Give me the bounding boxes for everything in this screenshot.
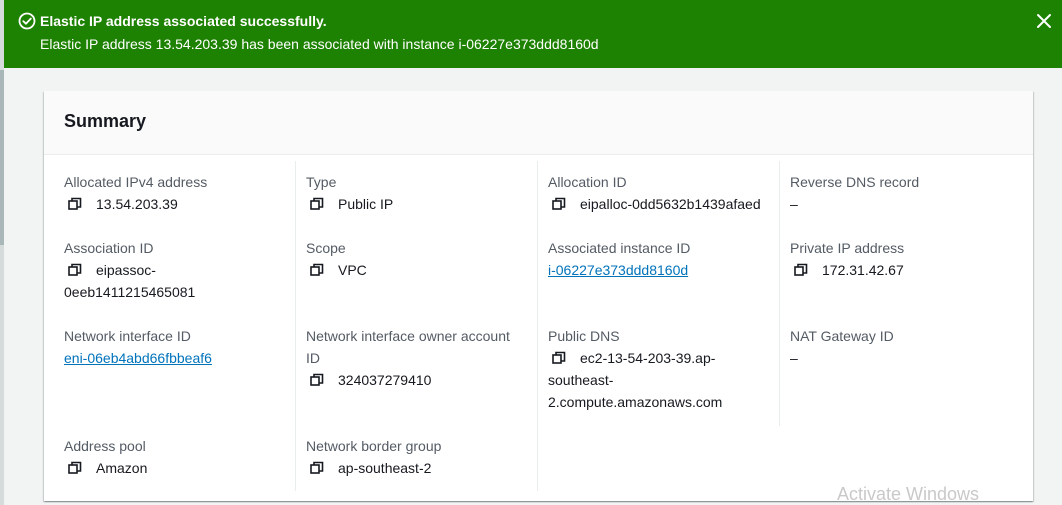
field-network-interface-id: Network interface ID eni-06eb4abd66fbbea… bbox=[64, 325, 284, 369]
copy-value-row: VPC bbox=[306, 259, 526, 281]
field-label: Allocated IPv4 address bbox=[64, 174, 208, 190]
field-nat-gateway: NAT Gateway ID – bbox=[790, 325, 1020, 369]
field-ni-owner: Network interface owner account ID 32403… bbox=[306, 325, 531, 391]
check-circle-icon bbox=[18, 12, 36, 30]
summary-title: Summary bbox=[64, 111, 147, 131]
page-scrollbar[interactable] bbox=[0, 0, 4, 505]
field-associated-instance: Associated instance ID i-06227e373ddd816… bbox=[548, 237, 778, 281]
column-divider bbox=[537, 161, 538, 491]
field-label: Scope bbox=[306, 240, 346, 256]
field-value: Public IP bbox=[338, 196, 394, 212]
summary-panel: Summary Allocated IPv4 address 13.54.203… bbox=[44, 91, 1033, 501]
field-value-continued: southeast- bbox=[548, 372, 614, 388]
field-label: Private IP address bbox=[790, 240, 905, 256]
copy-icon[interactable] bbox=[552, 197, 566, 211]
field-value-continued: 2.compute.amazonaws.com bbox=[548, 394, 723, 410]
copy-value-row: ap-southeast-2 bbox=[306, 457, 526, 479]
close-icon[interactable] bbox=[1034, 11, 1054, 31]
copy-value-row: 324037279410 bbox=[306, 369, 531, 391]
field-value: eipassoc- bbox=[96, 262, 156, 278]
copy-icon[interactable] bbox=[68, 263, 82, 277]
copy-icon[interactable] bbox=[552, 351, 566, 365]
field-private-ip: Private IP address 172.31.42.67 bbox=[790, 237, 1020, 281]
flash-title: Elastic IP address associated successful… bbox=[40, 13, 327, 29]
copy-icon[interactable] bbox=[68, 197, 82, 211]
field-public-dns: Public DNS ec2-13-54-203-39.ap- southeas… bbox=[548, 325, 778, 413]
copy-icon[interactable] bbox=[794, 263, 808, 277]
field-value: 324037279410 bbox=[338, 372, 432, 388]
copy-value-row: Amazon bbox=[64, 457, 284, 479]
field-label: Network border group bbox=[306, 438, 442, 454]
field-value: 172.31.42.67 bbox=[822, 262, 904, 278]
field-value: – bbox=[790, 196, 798, 212]
field-label: Public DNS bbox=[548, 328, 620, 344]
field-value: – bbox=[790, 350, 798, 366]
summary-header: Summary bbox=[44, 91, 1033, 155]
field-address-pool: Address pool Amazon bbox=[64, 435, 284, 479]
column-divider bbox=[779, 161, 780, 426]
copy-value-row: ec2-13-54-203-39.ap- bbox=[548, 347, 778, 369]
copy-value-row: eipassoc- bbox=[64, 259, 284, 281]
field-allocated-ipv4: Allocated IPv4 address 13.54.203.39 bbox=[64, 171, 284, 215]
field-value: VPC bbox=[338, 262, 367, 278]
column-divider bbox=[295, 161, 296, 491]
field-scope: Scope VPC bbox=[306, 237, 526, 281]
copy-value-row: Public IP bbox=[306, 193, 526, 215]
field-label: Type bbox=[306, 174, 337, 190]
field-label: Association ID bbox=[64, 240, 154, 256]
network-interface-link[interactable]: eni-06eb4abd66fbbeaf6 bbox=[64, 347, 284, 369]
field-value: eipalloc-0dd5632b1439afaed bbox=[580, 196, 761, 212]
field-reverse-dns: Reverse DNS record – bbox=[790, 171, 1020, 215]
field-type: Type Public IP bbox=[306, 171, 526, 215]
field-value: ec2-13-54-203-39.ap- bbox=[580, 350, 716, 366]
field-label: Address pool bbox=[64, 438, 146, 454]
flash-message: Elastic IP address 13.54.203.39 has been… bbox=[40, 36, 599, 52]
field-label-continued: ID bbox=[306, 350, 320, 366]
copy-icon[interactable] bbox=[310, 197, 324, 211]
copy-icon[interactable] bbox=[310, 373, 324, 387]
field-value: Amazon bbox=[96, 460, 148, 476]
field-border-group: Network border group ap-southeast-2 bbox=[306, 435, 526, 479]
copy-icon[interactable] bbox=[310, 461, 324, 475]
field-value: ap-southeast-2 bbox=[338, 460, 432, 476]
field-association-id: Association ID eipassoc- 0eeb14112154650… bbox=[64, 237, 284, 303]
field-label: Allocation ID bbox=[548, 174, 627, 190]
field-label: Reverse DNS record bbox=[790, 174, 920, 190]
copy-value-row: 172.31.42.67 bbox=[790, 259, 1020, 281]
copy-icon[interactable] bbox=[68, 461, 82, 475]
copy-value-row: 13.54.203.39 bbox=[64, 193, 284, 215]
field-label: NAT Gateway ID bbox=[790, 328, 894, 344]
copy-icon[interactable] bbox=[310, 263, 324, 277]
field-label: Associated instance ID bbox=[548, 240, 691, 256]
instance-link[interactable]: i-06227e373ddd8160d bbox=[548, 259, 778, 281]
success-flash-banner: Elastic IP address associated successful… bbox=[4, 0, 1062, 68]
field-value: 13.54.203.39 bbox=[96, 196, 178, 212]
copy-value-row: eipalloc-0dd5632b1439afaed bbox=[548, 193, 778, 215]
activate-windows-watermark: Activate Windows bbox=[837, 484, 980, 504]
field-value-continued: 0eeb1411215465081 bbox=[64, 284, 196, 300]
field-allocation-id: Allocation ID eipalloc-0dd5632b1439afaed bbox=[548, 171, 778, 215]
scrollbar-thumb[interactable] bbox=[0, 70, 4, 245]
field-label: Network interface owner account bbox=[306, 328, 510, 344]
field-label: Network interface ID bbox=[64, 328, 191, 344]
